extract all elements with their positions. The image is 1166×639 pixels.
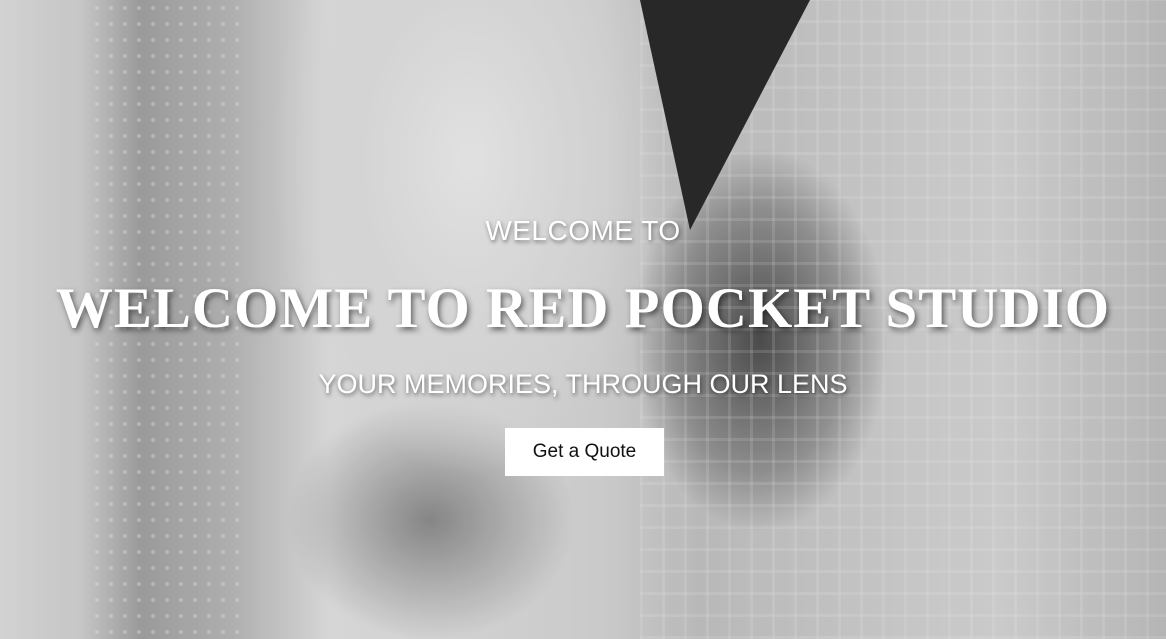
hero-section: WELCOME TO WELCOME TO RED POCKET STUDIO … xyxy=(0,0,1166,639)
get-a-quote-button[interactable]: Get a Quote xyxy=(505,428,664,476)
hero-tagline: YOUR MEMORIES, THROUGH OUR LENS xyxy=(318,369,848,399)
hero-eyebrow: WELCOME TO xyxy=(485,215,681,246)
hero-title: WELCOME TO RED POCKET STUDIO xyxy=(55,277,1111,340)
